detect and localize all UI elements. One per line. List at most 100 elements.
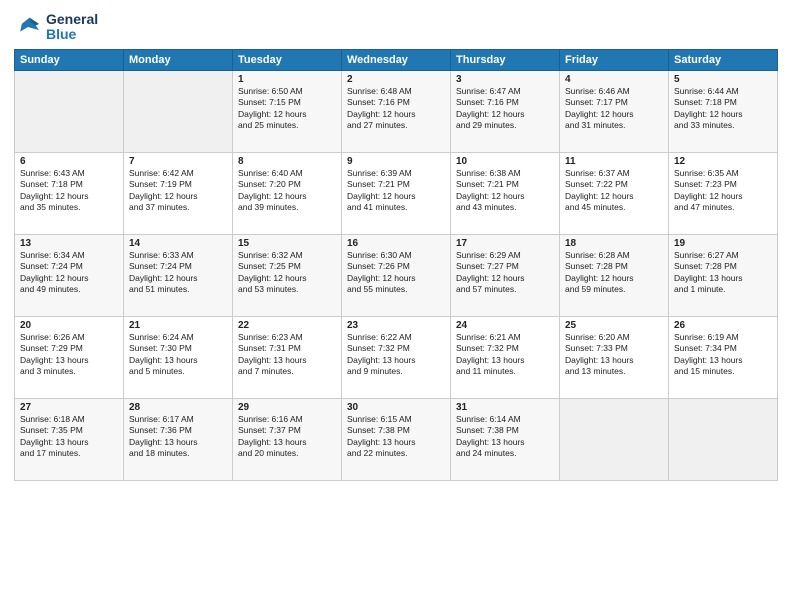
calendar-cell: 31Sunrise: 6:14 AMSunset: 7:38 PMDayligh…	[451, 398, 560, 480]
calendar-cell	[669, 398, 778, 480]
cell-content: Sunrise: 6:22 AMSunset: 7:32 PMDaylight:…	[347, 332, 445, 378]
weekday-sunday: Sunday	[15, 49, 124, 70]
logo-icon	[14, 13, 42, 41]
weekday-header-row: SundayMondayTuesdayWednesdayThursdayFrid…	[15, 49, 778, 70]
calendar-cell: 9Sunrise: 6:39 AMSunset: 7:21 PMDaylight…	[342, 152, 451, 234]
cell-content: Sunrise: 6:38 AMSunset: 7:21 PMDaylight:…	[456, 168, 554, 214]
weekday-monday: Monday	[124, 49, 233, 70]
weekday-thursday: Thursday	[451, 49, 560, 70]
cell-content: Sunrise: 6:18 AMSunset: 7:35 PMDaylight:…	[20, 414, 118, 460]
cell-content: Sunrise: 6:33 AMSunset: 7:24 PMDaylight:…	[129, 250, 227, 296]
week-row-3: 13Sunrise: 6:34 AMSunset: 7:24 PMDayligh…	[15, 234, 778, 316]
day-number: 27	[20, 402, 118, 413]
calendar-cell: 21Sunrise: 6:24 AMSunset: 7:30 PMDayligh…	[124, 316, 233, 398]
logo-text: General Blue	[46, 12, 98, 43]
day-number: 15	[238, 238, 336, 249]
cell-content: Sunrise: 6:43 AMSunset: 7:18 PMDaylight:…	[20, 168, 118, 214]
weekday-tuesday: Tuesday	[233, 49, 342, 70]
day-number: 6	[20, 156, 118, 167]
week-row-5: 27Sunrise: 6:18 AMSunset: 7:35 PMDayligh…	[15, 398, 778, 480]
calendar-cell: 23Sunrise: 6:22 AMSunset: 7:32 PMDayligh…	[342, 316, 451, 398]
cell-content: Sunrise: 6:23 AMSunset: 7:31 PMDaylight:…	[238, 332, 336, 378]
logo: General Blue	[14, 12, 98, 43]
calendar-cell: 30Sunrise: 6:15 AMSunset: 7:38 PMDayligh…	[342, 398, 451, 480]
day-number: 14	[129, 238, 227, 249]
calendar-cell: 19Sunrise: 6:27 AMSunset: 7:28 PMDayligh…	[669, 234, 778, 316]
calendar-cell: 20Sunrise: 6:26 AMSunset: 7:29 PMDayligh…	[15, 316, 124, 398]
page-header: General Blue	[14, 12, 778, 43]
day-number: 9	[347, 156, 445, 167]
cell-content: Sunrise: 6:29 AMSunset: 7:27 PMDaylight:…	[456, 250, 554, 296]
day-number: 7	[129, 156, 227, 167]
day-number: 18	[565, 238, 663, 249]
day-number: 13	[20, 238, 118, 249]
calendar-cell: 18Sunrise: 6:28 AMSunset: 7:28 PMDayligh…	[560, 234, 669, 316]
calendar-cell	[124, 70, 233, 152]
day-number: 16	[347, 238, 445, 249]
cell-content: Sunrise: 6:19 AMSunset: 7:34 PMDaylight:…	[674, 332, 772, 378]
calendar-cell	[560, 398, 669, 480]
day-number: 4	[565, 74, 663, 85]
calendar-cell: 17Sunrise: 6:29 AMSunset: 7:27 PMDayligh…	[451, 234, 560, 316]
calendar-cell: 25Sunrise: 6:20 AMSunset: 7:33 PMDayligh…	[560, 316, 669, 398]
cell-content: Sunrise: 6:26 AMSunset: 7:29 PMDaylight:…	[20, 332, 118, 378]
day-number: 22	[238, 320, 336, 331]
day-number: 21	[129, 320, 227, 331]
cell-content: Sunrise: 6:46 AMSunset: 7:17 PMDaylight:…	[565, 86, 663, 132]
calendar-cell: 22Sunrise: 6:23 AMSunset: 7:31 PMDayligh…	[233, 316, 342, 398]
calendar-cell: 14Sunrise: 6:33 AMSunset: 7:24 PMDayligh…	[124, 234, 233, 316]
day-number: 12	[674, 156, 772, 167]
cell-content: Sunrise: 6:44 AMSunset: 7:18 PMDaylight:…	[674, 86, 772, 132]
day-number: 31	[456, 402, 554, 413]
calendar-cell: 5Sunrise: 6:44 AMSunset: 7:18 PMDaylight…	[669, 70, 778, 152]
day-number: 10	[456, 156, 554, 167]
calendar-cell: 15Sunrise: 6:32 AMSunset: 7:25 PMDayligh…	[233, 234, 342, 316]
cell-content: Sunrise: 6:47 AMSunset: 7:16 PMDaylight:…	[456, 86, 554, 132]
calendar-cell: 12Sunrise: 6:35 AMSunset: 7:23 PMDayligh…	[669, 152, 778, 234]
day-number: 1	[238, 74, 336, 85]
calendar-cell: 7Sunrise: 6:42 AMSunset: 7:19 PMDaylight…	[124, 152, 233, 234]
day-number: 11	[565, 156, 663, 167]
week-row-1: 1Sunrise: 6:50 AMSunset: 7:15 PMDaylight…	[15, 70, 778, 152]
cell-content: Sunrise: 6:16 AMSunset: 7:37 PMDaylight:…	[238, 414, 336, 460]
calendar-cell: 27Sunrise: 6:18 AMSunset: 7:35 PMDayligh…	[15, 398, 124, 480]
calendar-table: SundayMondayTuesdayWednesdayThursdayFrid…	[14, 49, 778, 481]
calendar-cell: 24Sunrise: 6:21 AMSunset: 7:32 PMDayligh…	[451, 316, 560, 398]
day-number: 20	[20, 320, 118, 331]
cell-content: Sunrise: 6:35 AMSunset: 7:23 PMDaylight:…	[674, 168, 772, 214]
calendar-cell: 8Sunrise: 6:40 AMSunset: 7:20 PMDaylight…	[233, 152, 342, 234]
day-number: 29	[238, 402, 336, 413]
cell-content: Sunrise: 6:50 AMSunset: 7:15 PMDaylight:…	[238, 86, 336, 132]
cell-content: Sunrise: 6:15 AMSunset: 7:38 PMDaylight:…	[347, 414, 445, 460]
cell-content: Sunrise: 6:17 AMSunset: 7:36 PMDaylight:…	[129, 414, 227, 460]
cell-content: Sunrise: 6:30 AMSunset: 7:26 PMDaylight:…	[347, 250, 445, 296]
cell-content: Sunrise: 6:27 AMSunset: 7:28 PMDaylight:…	[674, 250, 772, 296]
day-number: 26	[674, 320, 772, 331]
calendar-cell: 28Sunrise: 6:17 AMSunset: 7:36 PMDayligh…	[124, 398, 233, 480]
weekday-wednesday: Wednesday	[342, 49, 451, 70]
calendar-cell: 2Sunrise: 6:48 AMSunset: 7:16 PMDaylight…	[342, 70, 451, 152]
weekday-friday: Friday	[560, 49, 669, 70]
cell-content: Sunrise: 6:21 AMSunset: 7:32 PMDaylight:…	[456, 332, 554, 378]
day-number: 2	[347, 74, 445, 85]
week-row-2: 6Sunrise: 6:43 AMSunset: 7:18 PMDaylight…	[15, 152, 778, 234]
day-number: 5	[674, 74, 772, 85]
cell-content: Sunrise: 6:39 AMSunset: 7:21 PMDaylight:…	[347, 168, 445, 214]
cell-content: Sunrise: 6:37 AMSunset: 7:22 PMDaylight:…	[565, 168, 663, 214]
cell-content: Sunrise: 6:20 AMSunset: 7:33 PMDaylight:…	[565, 332, 663, 378]
calendar-cell: 3Sunrise: 6:47 AMSunset: 7:16 PMDaylight…	[451, 70, 560, 152]
calendar-cell: 10Sunrise: 6:38 AMSunset: 7:21 PMDayligh…	[451, 152, 560, 234]
day-number: 17	[456, 238, 554, 249]
day-number: 30	[347, 402, 445, 413]
day-number: 23	[347, 320, 445, 331]
calendar-cell: 26Sunrise: 6:19 AMSunset: 7:34 PMDayligh…	[669, 316, 778, 398]
calendar-cell: 11Sunrise: 6:37 AMSunset: 7:22 PMDayligh…	[560, 152, 669, 234]
cell-content: Sunrise: 6:24 AMSunset: 7:30 PMDaylight:…	[129, 332, 227, 378]
day-number: 19	[674, 238, 772, 249]
weekday-saturday: Saturday	[669, 49, 778, 70]
calendar-cell: 13Sunrise: 6:34 AMSunset: 7:24 PMDayligh…	[15, 234, 124, 316]
cell-content: Sunrise: 6:42 AMSunset: 7:19 PMDaylight:…	[129, 168, 227, 214]
day-number: 25	[565, 320, 663, 331]
calendar-cell: 29Sunrise: 6:16 AMSunset: 7:37 PMDayligh…	[233, 398, 342, 480]
calendar-cell	[15, 70, 124, 152]
